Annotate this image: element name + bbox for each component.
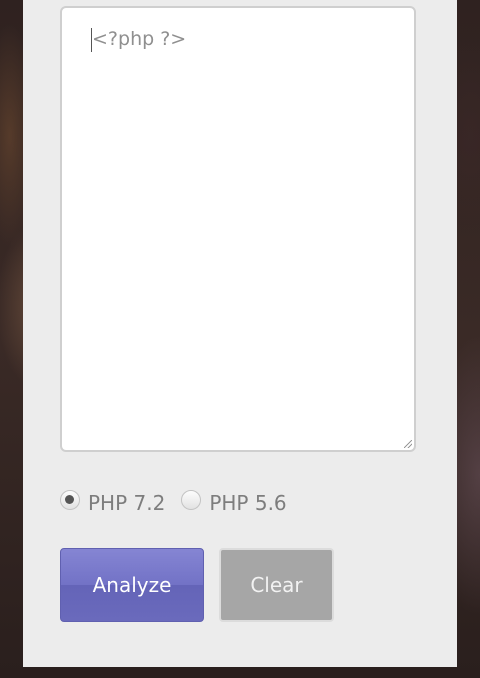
resize-grip-icon[interactable] <box>404 440 412 448</box>
radio-button-php72[interactable] <box>60 490 80 510</box>
radio-button-php56[interactable] <box>181 490 202 510</box>
editor-placeholder: <?php ?> <box>92 28 187 50</box>
radio-option-php72[interactable]: PHP 7.2 <box>60 490 166 515</box>
clear-button[interactable]: Clear <box>219 548 334 622</box>
php-version-selector: PHP 7.2 PHP 5.6 <box>60 485 303 521</box>
php-code-editor[interactable]: <?php ?> <box>60 6 416 452</box>
radio-label-php72: PHP 7.2 <box>88 491 166 515</box>
radio-label-php56: PHP 5.6 <box>209 491 287 515</box>
analyze-button[interactable]: Analyze <box>60 548 204 622</box>
radio-option-php56[interactable]: PHP 5.6 <box>181 490 287 515</box>
